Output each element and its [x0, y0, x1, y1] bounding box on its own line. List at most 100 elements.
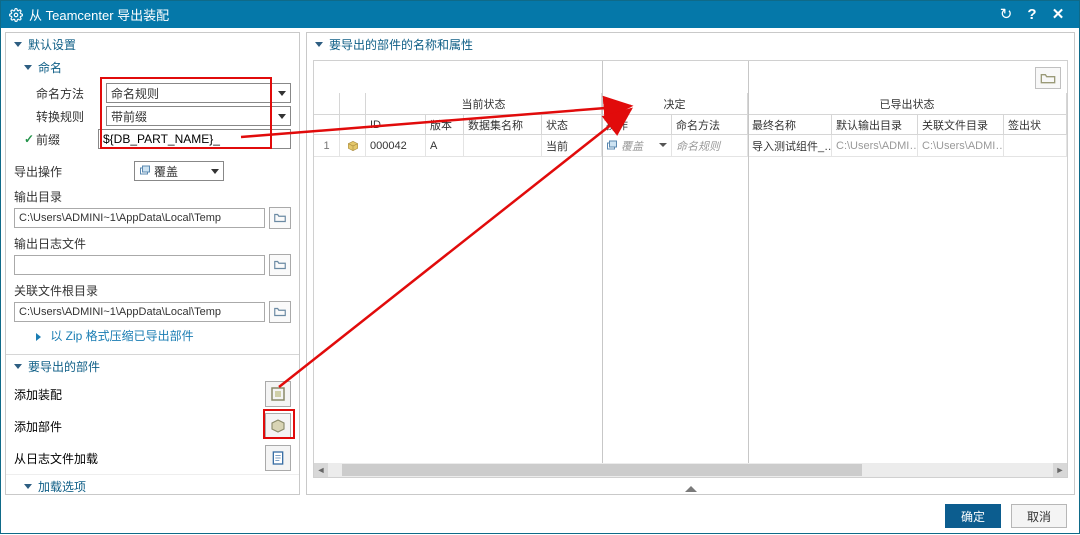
export-op-label: 导出操作 [14, 163, 134, 180]
col-final-name[interactable]: 最终名称 [748, 115, 832, 134]
cell-op-text: 覆盖 [621, 138, 643, 154]
folder-open-icon [1040, 71, 1056, 85]
col-status[interactable]: 状态 [542, 115, 602, 134]
ok-button[interactable]: 确定 [945, 504, 1001, 528]
from-log-label: 从日志文件加载 [14, 450, 98, 467]
cell-id: 000042 [366, 135, 426, 157]
cell-dsname [464, 135, 542, 157]
blank-icon [24, 109, 32, 123]
log-dir-label: 输出日志文件 [14, 235, 291, 252]
check-icon: ✓ [24, 132, 32, 146]
row-number: 1 [314, 135, 340, 157]
naming-method-combo[interactable]: 命名规则 [106, 83, 291, 103]
section-naming[interactable]: 命名 [6, 56, 299, 79]
horizontal-scrollbar[interactable]: ◄ ► [314, 463, 1067, 477]
folder-icon [273, 258, 287, 272]
out-dir-label: 输出目录 [14, 188, 291, 205]
col-name-method[interactable]: 命名方法 [672, 115, 748, 134]
chevron-down-icon [278, 114, 286, 119]
window-title: 从 Teamcenter 导出装配 [29, 5, 169, 24]
close-icon[interactable]: ✕ [1049, 7, 1067, 22]
add-assembly-button[interactable] [265, 381, 291, 407]
assembly-icon [269, 385, 287, 403]
left-panel: 默认设置 命名 命名方法 命名规则 转换规则 带前 [5, 32, 300, 495]
col-def-out[interactable]: 默认输出目录 [832, 115, 918, 134]
browse-rel-root-button[interactable] [269, 301, 291, 323]
cell-ver: A [426, 135, 464, 157]
section-label: 加载选项 [38, 478, 86, 495]
col-dsname[interactable]: 数据集名称 [464, 115, 542, 134]
combo-value: 覆盖 [154, 163, 178, 180]
grid-container: 当前状态 决定 已导出状态 ID 版本 数据集名称 状态 操作 命名方法 [313, 60, 1068, 478]
dialog-footer: 确定 取消 [1, 499, 1079, 533]
prefix-label: 前缀 [36, 131, 98, 148]
caret-down-icon [315, 42, 323, 47]
convert-rule-combo[interactable]: 带前缀 [106, 106, 291, 126]
section-exported-parts[interactable]: 要导出的部件 [6, 355, 299, 378]
section-load-options[interactable]: 加载选项 [6, 474, 299, 495]
group-decision: 决定 [602, 93, 748, 114]
cell-def-out: C:\Users\ADMI… [832, 135, 918, 157]
rel-root-input[interactable] [14, 302, 265, 322]
section-label: 默认设置 [28, 36, 76, 53]
col-op[interactable]: 操作 [602, 115, 672, 134]
link-text: 以 Zip 格式压缩已导出部件 [50, 329, 193, 343]
cell-final-name: 导入测试组件_… [748, 135, 832, 157]
col-ver[interactable]: 版本 [426, 115, 464, 134]
caret-down-icon [24, 484, 32, 489]
titlebar: 从 Teamcenter 导出装配 ↻ ? ✕ [1, 1, 1079, 28]
col-checkout[interactable]: 签出状 [1004, 115, 1067, 134]
cancel-button[interactable]: 取消 [1011, 504, 1067, 528]
group-current: 当前状态 [366, 93, 602, 114]
section-default-settings[interactable]: 默认设置 [6, 33, 299, 56]
out-dir-input[interactable] [14, 208, 265, 228]
cell-name-method: 命名规则 [672, 135, 748, 157]
cube-icon [346, 139, 360, 153]
prefix-input[interactable] [98, 129, 291, 149]
folder-icon [273, 305, 287, 319]
section-exported-names[interactable]: 要导出的部件的名称和属性 [307, 33, 1074, 56]
col-id[interactable]: ID [366, 115, 426, 134]
folder-icon [273, 211, 287, 225]
right-panel: 要导出的部件的名称和属性 当前状态 决定 已导出状态 [306, 32, 1075, 495]
col-rel-dir[interactable]: 关联文件目录 [918, 115, 1004, 134]
add-part-button[interactable] [265, 413, 291, 439]
scroll-left-icon[interactable]: ◄ [314, 463, 328, 477]
button-label: 确定 [961, 508, 985, 525]
open-folder-button[interactable] [1035, 67, 1061, 89]
convert-rule-label: 转换规则 [36, 108, 106, 125]
document-icon [270, 450, 286, 466]
help-icon[interactable]: ? [1023, 7, 1041, 22]
blank-icon [24, 86, 32, 100]
export-op-combo[interactable]: 覆盖 [134, 161, 224, 181]
gear-icon [9, 8, 23, 22]
caret-right-icon [36, 333, 41, 341]
combo-value: 命名规则 [111, 85, 159, 102]
zip-link[interactable]: 以 Zip 格式压缩已导出部件 [14, 323, 291, 348]
caret-down-icon [14, 364, 22, 369]
section-label: 命名 [38, 59, 62, 76]
chevron-down-icon [211, 169, 219, 174]
log-dir-input[interactable] [14, 255, 265, 275]
caret-down-icon [24, 65, 32, 70]
from-log-button[interactable] [265, 445, 291, 471]
group-exported: 已导出状态 [748, 93, 1067, 114]
panel-expand-handle[interactable] [307, 484, 1074, 494]
cell-op[interactable]: 覆盖 [602, 135, 672, 157]
browse-log-dir-button[interactable] [269, 254, 291, 276]
naming-method-label: 命名方法 [36, 85, 106, 102]
section-label: 要导出的部件的名称和属性 [329, 36, 473, 53]
overwrite-icon [139, 165, 151, 177]
browse-out-dir-button[interactable] [269, 207, 291, 229]
table-row[interactable]: 1 000042 A 当前 覆盖 命名规则 [314, 135, 1067, 157]
scrollbar-thumb[interactable] [342, 464, 862, 476]
cell-status: 当前 [542, 135, 602, 157]
cell-rel-dir: C:\Users\ADMI… [918, 135, 1004, 157]
caret-down-icon [14, 42, 22, 47]
refresh-icon[interactable]: ↻ [997, 7, 1015, 22]
combo-value: 带前缀 [111, 108, 147, 125]
rel-root-label: 关联文件根目录 [14, 282, 291, 299]
triangle-up-icon [685, 486, 697, 492]
scroll-right-icon[interactable]: ► [1053, 463, 1067, 477]
section-label: 要导出的部件 [28, 358, 100, 375]
